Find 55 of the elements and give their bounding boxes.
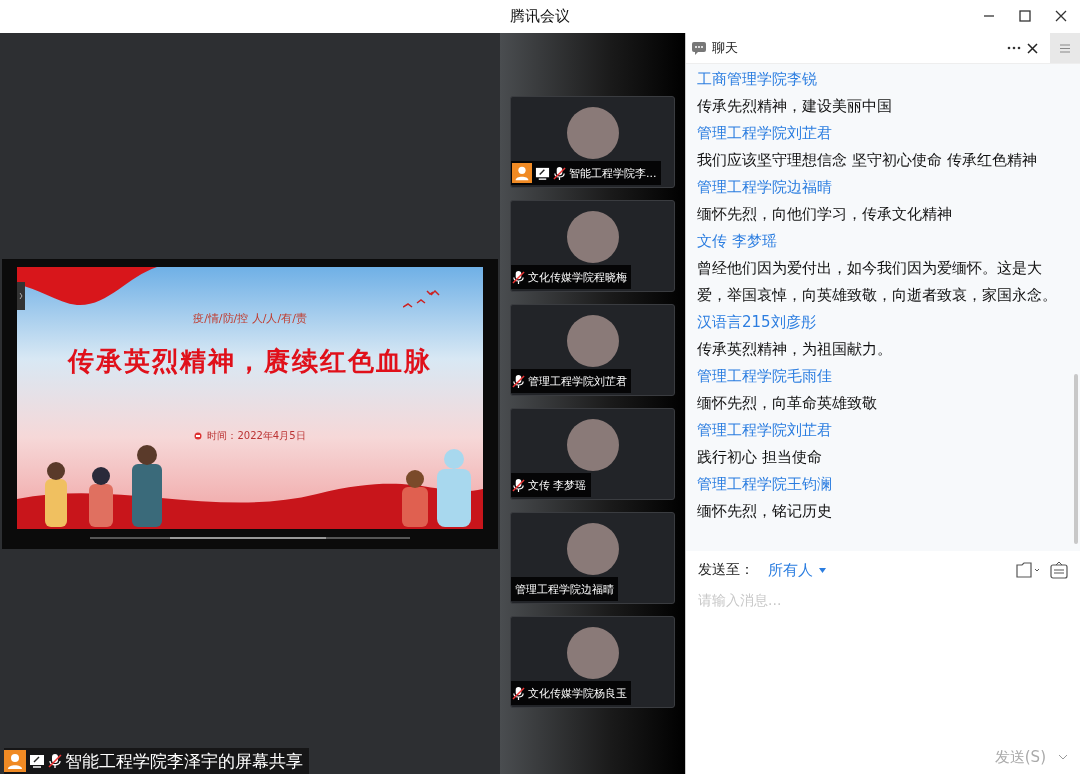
message-text: 践行初心 担当使命 xyxy=(697,447,823,468)
participant-name: 智能工程学院李... xyxy=(569,165,657,181)
avatar-placeholder xyxy=(566,419,619,471)
close-icon[interactable] xyxy=(1054,9,1068,23)
message-text: 传承英烈精神，为祖国献力。 xyxy=(697,339,893,360)
avatar-placeholder xyxy=(566,523,619,575)
more-icon[interactable] xyxy=(1007,46,1021,50)
recipient-dropdown[interactable]: 所有人 xyxy=(764,560,830,580)
message-text: 传承先烈精神，建设美丽中国 xyxy=(697,96,893,117)
message-text: 我们应该坚守理想信念 坚守初心使命 传承红色精神 xyxy=(697,150,1038,171)
avatar-placeholder xyxy=(566,627,619,679)
avatar-placeholder xyxy=(566,315,619,367)
notice-board-icon[interactable] xyxy=(1050,561,1068,579)
message-text: 缅怀先烈，向他们学习，传承文化精神 xyxy=(697,204,953,225)
avatar-placeholder xyxy=(566,107,619,159)
participant-name: 文传 李梦瑶 xyxy=(528,477,587,493)
message-sender[interactable]: 管理工程学院刘芷君 xyxy=(697,120,1066,147)
message-sender[interactable]: 管理工程学院刘芷君 xyxy=(697,417,1066,444)
slide-title: 传承英烈精神，赓续红色血脉 xyxy=(68,345,432,378)
participant-tile[interactable]: 管理工程学院边福晴 xyxy=(510,512,675,604)
send-button[interactable]: 发送(S) xyxy=(990,745,1050,769)
message-sender[interactable]: 管理工程学院毛雨佳 xyxy=(697,363,1066,390)
chevron-right-icon[interactable] xyxy=(17,282,25,310)
message-sender[interactable]: 管理工程学院王钧澜 xyxy=(697,471,1066,498)
participant-tile[interactable]: 文化传媒学院杨良玉 xyxy=(510,616,675,708)
participant-name: 文化传媒学院程晓梅 xyxy=(528,269,627,285)
menu-icon xyxy=(1060,43,1070,53)
avatar-placeholder xyxy=(566,211,619,263)
message-text: 曾经他们因为爱付出，如今我们因为爱缅怀。这是大爱，举国哀悼，向英雄致敬，向逝者致哀，家国永念。 xyxy=(697,258,1058,306)
close-icon[interactable] xyxy=(1027,42,1038,54)
scrollbar-thumb[interactable] xyxy=(1074,374,1078,544)
slide-date: 时间：2022年4月5日 xyxy=(207,429,306,443)
maximize-icon[interactable] xyxy=(1018,9,1032,23)
participant-tile[interactable]: 管理工程学院刘芷君 xyxy=(510,304,675,396)
slide-subtitle: 疫/情/防/控 人/人/有/责 xyxy=(193,311,307,326)
message-sender[interactable]: 工商管理学院李锐 xyxy=(697,66,1066,93)
participant-tile[interactable]: 智能工程学院李... xyxy=(510,96,675,188)
participant-name: 管理工程学院边福晴 xyxy=(515,581,614,597)
message-sender[interactable]: 汉语言215刘彦彤 xyxy=(697,309,1066,336)
participant-name: 管理工程学院刘芷君 xyxy=(528,373,627,389)
message-sender[interactable]: 管理工程学院边福晴 xyxy=(697,174,1066,201)
chat-title: 聊天 xyxy=(712,39,739,57)
screen-share-text: 智能工程学院李泽宇的屏幕共享 xyxy=(65,749,303,773)
window-title: 腾讯会议 xyxy=(510,7,570,26)
participant-tile[interactable]: 文传 李梦瑶 xyxy=(510,408,675,500)
message-text: 缅怀先烈，铭记历史 xyxy=(697,501,833,522)
chevron-down-icon[interactable] xyxy=(1058,754,1068,760)
message-text: 缅怀先烈，向革命英雄致敬 xyxy=(697,393,878,414)
send-to-label: 发送至： xyxy=(698,561,754,579)
caret-icon xyxy=(819,567,826,573)
message-sender[interactable]: 文传 李梦瑶 xyxy=(697,228,1066,255)
chat-bubble-icon xyxy=(692,41,706,55)
participant-name: 文化传媒学院杨良玉 xyxy=(528,685,627,701)
folder-icon[interactable] xyxy=(1016,562,1040,578)
participant-tile[interactable]: 文化传媒学院程晓梅 xyxy=(510,200,675,292)
